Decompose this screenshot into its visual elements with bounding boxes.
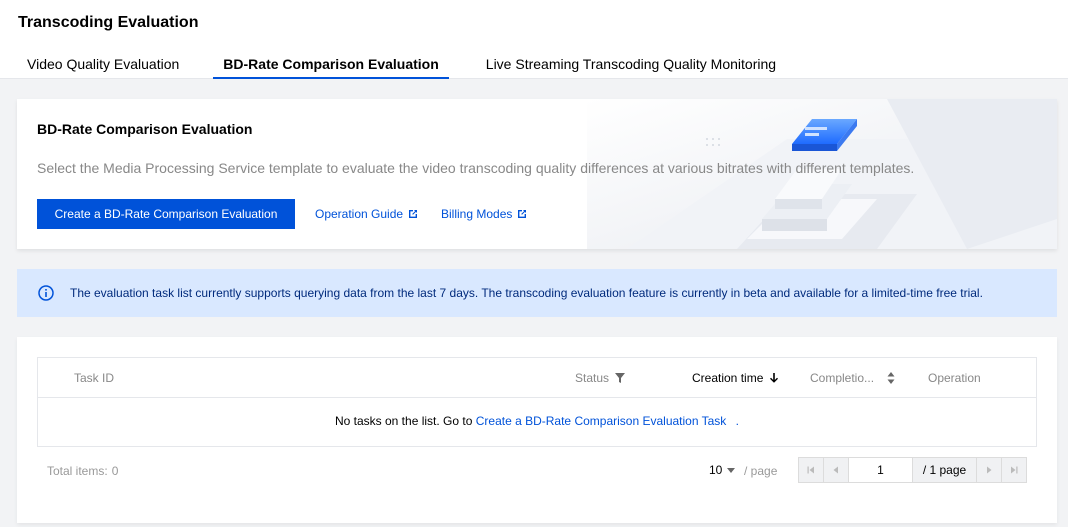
banner-description: Select the Media Processing Service temp…	[37, 160, 915, 176]
empty-suffix: .	[735, 414, 739, 428]
external-link-icon	[518, 210, 527, 218]
operation-guide-label: Operation Guide	[315, 207, 404, 221]
create-evaluation-button[interactable]: Create a BD-Rate Comparison Evaluation	[37, 199, 295, 229]
page-size-value: 10	[709, 463, 723, 477]
column-task-id: Task ID	[74, 371, 115, 385]
total-items: Total items: 0	[47, 464, 118, 478]
banner-title: BD-Rate Comparison Evaluation	[37, 121, 253, 137]
sort-descending-icon[interactable]	[769, 372, 779, 384]
total-items-label: Total items:	[47, 464, 108, 478]
column-status[interactable]: Status	[575, 371, 626, 385]
next-page-icon	[987, 466, 992, 474]
info-text: The evaluation task list currently suppo…	[70, 286, 983, 300]
task-table-card: Task ID Status Creation time Completio..…	[17, 337, 1057, 523]
column-operation: Operation	[928, 371, 981, 385]
prev-page-icon	[833, 466, 838, 474]
empty-text: No tasks on the list. Go to	[334, 414, 473, 428]
tab-live-streaming-monitoring[interactable]: Live Streaming Transcoding Quality Monit…	[469, 50, 793, 79]
prev-page-button[interactable]	[824, 458, 849, 482]
first-page-icon	[807, 466, 814, 474]
next-page-button[interactable]	[976, 458, 1001, 482]
filter-icon[interactable]	[615, 372, 626, 384]
table-header: Task ID Status Creation time Completio..…	[38, 358, 1036, 398]
pagination: / 1 page	[798, 457, 1027, 483]
last-page-button[interactable]	[1001, 458, 1026, 482]
page-size-select[interactable]: 10	[709, 463, 736, 477]
billing-modes-label: Billing Modes	[441, 207, 513, 221]
tab-bd-rate-comparison-evaluation[interactable]: BD-Rate Comparison Evaluation	[213, 50, 450, 79]
info-icon	[38, 285, 54, 301]
per-page-label: / page	[744, 464, 778, 478]
tab-video-quality-evaluation[interactable]: Video Quality Evaluation	[10, 50, 196, 79]
external-link-icon	[409, 210, 418, 218]
tab-bar: Video Quality Evaluation BD-Rate Compari…	[10, 50, 793, 79]
column-completion[interactable]: Completio...	[810, 371, 896, 385]
page-header: Transcoding Evaluation Video Quality Eva…	[0, 0, 1068, 79]
empty-state: No tasks on the list. Go to Create a BD-…	[38, 414, 1036, 428]
column-creation-time[interactable]: Creation time	[692, 371, 779, 385]
first-page-button[interactable]	[799, 458, 824, 482]
chevron-down-icon	[727, 467, 736, 473]
intro-banner: BD-Rate Comparison Evaluation Select the…	[17, 99, 1057, 249]
create-task-link[interactable]: Create a BD-Rate Comparison Evaluation T…	[476, 414, 727, 428]
task-table: Task ID Status Creation time Completio..…	[37, 357, 1037, 447]
operation-guide-link[interactable]: Operation Guide	[315, 207, 418, 221]
info-alert: The evaluation task list currently suppo…	[17, 269, 1057, 317]
billing-modes-link[interactable]: Billing Modes	[441, 207, 527, 221]
last-page-icon	[1011, 466, 1018, 474]
total-items-value: 0	[111, 464, 119, 478]
sort-icon[interactable]	[886, 372, 896, 384]
page-number-input[interactable]	[849, 458, 913, 482]
page-title: Transcoding Evaluation	[18, 14, 199, 31]
total-pages: / 1 page	[913, 458, 976, 482]
